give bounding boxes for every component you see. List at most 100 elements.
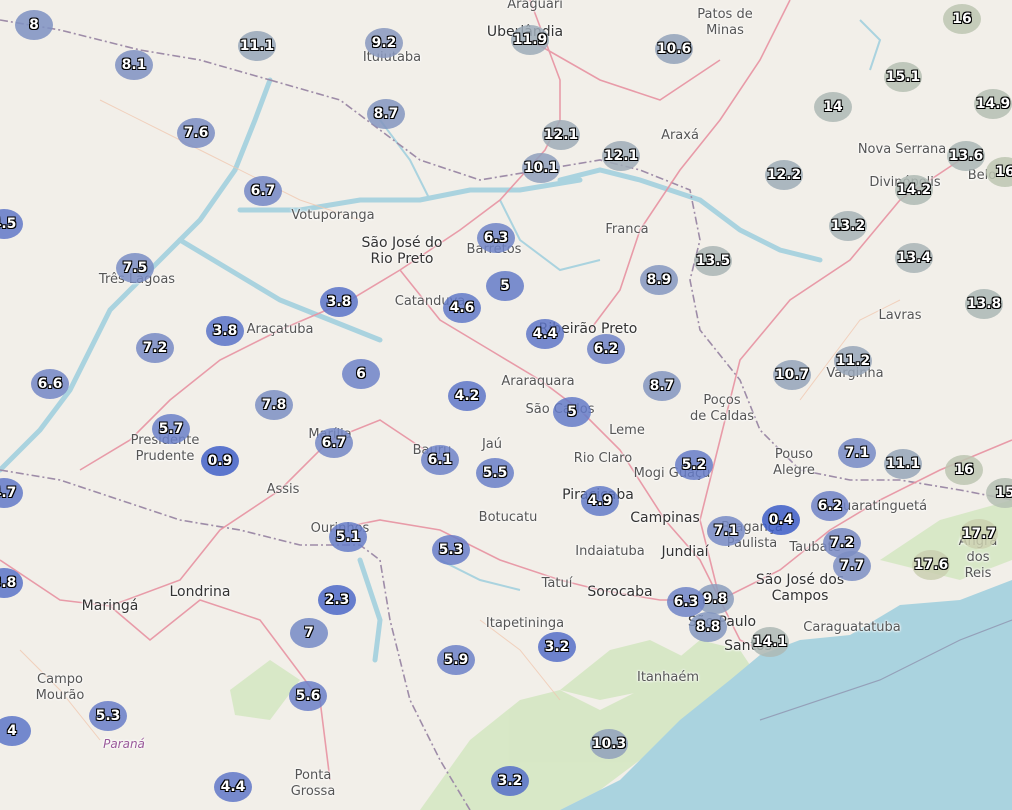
value-marker[interactable]: 8.7 <box>367 99 405 129</box>
value-marker[interactable]: 8.7 <box>643 371 681 401</box>
value-marker[interactable]: 6.2 <box>587 334 625 364</box>
value-marker[interactable]: 5.9 <box>437 645 475 675</box>
value-marker[interactable]: 13.6 <box>947 141 985 171</box>
value-marker[interactable]: 13.5 <box>694 246 732 276</box>
value-marker[interactable]: 6.1 <box>421 445 459 475</box>
place-label: Araraquara <box>501 374 575 389</box>
value-marker[interactable]: 8.1 <box>115 50 153 80</box>
value-marker[interactable]: 7.6 <box>177 118 215 148</box>
place-label: Tatuí <box>541 576 573 591</box>
value-marker[interactable]: 7 <box>290 618 328 648</box>
value-marker[interactable]: 16 <box>945 455 983 485</box>
value-marker[interactable]: 5.3 <box>89 701 127 731</box>
value-marker[interactable]: 6 <box>342 359 380 389</box>
value-marker[interactable]: 7.2 <box>136 333 174 363</box>
value-marker[interactable]: 5.7 <box>152 414 190 444</box>
place-label: Votuporanga <box>291 208 375 223</box>
value-marker[interactable]: 16 <box>943 4 981 34</box>
place-label: Jaú <box>481 437 503 452</box>
value-marker[interactable]: 11.1 <box>238 31 276 61</box>
value-marker[interactable]: 5.3 <box>432 535 470 565</box>
value-marker[interactable]: 14.1 <box>751 627 789 657</box>
value-marker[interactable]: 13.8 <box>965 289 1003 319</box>
value-marker[interactable]: 4.2 <box>448 381 486 411</box>
place-label: Nova Serrana <box>857 142 947 157</box>
value-marker[interactable]: 7.5 <box>116 253 154 283</box>
value-marker[interactable]: 4.4 <box>526 319 564 349</box>
place-label: Araxá <box>661 128 699 143</box>
value-marker[interactable]: 7.7 <box>833 551 871 581</box>
place-label: Poços de Caldas <box>689 393 755 424</box>
value-marker[interactable]: 5.2 <box>675 450 713 480</box>
value-marker[interactable]: 17.7 <box>960 519 998 549</box>
value-marker[interactable]: 4.9 <box>581 486 619 516</box>
value-marker[interactable]: 8.9 <box>640 265 678 295</box>
value-marker[interactable]: 3.8 <box>206 316 244 346</box>
value-marker[interactable]: 10.7 <box>773 360 811 390</box>
value-marker[interactable]: 14.2 <box>895 175 933 205</box>
value-marker[interactable]: 11.9 <box>511 25 549 55</box>
value-marker[interactable]: 3.2 <box>538 632 576 662</box>
place-label: Campo Mourão <box>35 672 85 703</box>
value-marker[interactable]: 8.8 <box>689 612 727 642</box>
value-marker[interactable]: 2.3 <box>318 585 356 615</box>
value-marker[interactable]: 6.7 <box>244 176 282 206</box>
value-marker[interactable]: 4.4 <box>214 772 252 802</box>
value-marker[interactable]: 11.1 <box>884 449 922 479</box>
value-marker[interactable]: 5 <box>486 271 524 301</box>
place-label: Assis <box>266 482 300 497</box>
place-label: Araguari <box>507 0 563 12</box>
value-marker[interactable]: 10.6 <box>655 34 693 64</box>
place-label: Paraná <box>103 737 145 751</box>
place-label: Araçatuba <box>246 322 314 337</box>
place-label: Londrina <box>169 584 231 600</box>
value-marker[interactable]: 5.1 <box>329 522 367 552</box>
place-label: Itanhaém <box>636 670 700 685</box>
value-marker[interactable]: 7.1 <box>838 438 876 468</box>
value-marker[interactable]: 12.2 <box>765 160 803 190</box>
place-label: Maringá <box>81 598 139 614</box>
place-label: Rio Claro <box>573 451 633 466</box>
place-label: Franca <box>605 222 649 237</box>
value-marker[interactable]: 3.2 <box>491 766 529 796</box>
value-marker[interactable]: 7.1 <box>707 516 745 546</box>
value-marker[interactable]: 6.6 <box>31 369 69 399</box>
place-label: Indaiatuba <box>575 544 645 559</box>
place-label: Campinas <box>630 510 700 526</box>
place-label: Itapetininga <box>485 616 565 631</box>
value-marker[interactable]: 5.6 <box>289 681 327 711</box>
basemap[interactable] <box>0 0 1012 810</box>
value-marker[interactable]: 12.1 <box>542 120 580 150</box>
value-marker[interactable]: 0.4 <box>762 505 800 535</box>
value-marker[interactable]: 10.1 <box>522 153 560 183</box>
value-marker[interactable]: 13.4 <box>895 243 933 273</box>
place-label: São José do Rio Preto <box>361 235 443 267</box>
value-marker[interactable]: 17.6 <box>912 550 950 580</box>
value-marker[interactable]: 5 <box>553 397 591 427</box>
value-marker[interactable]: 6.2 <box>811 491 849 521</box>
value-marker[interactable]: 9.2 <box>365 28 403 58</box>
place-label: Botucatu <box>478 510 538 525</box>
value-marker[interactable]: 14 <box>814 92 852 122</box>
place-label: São José dos Campos <box>755 572 845 604</box>
place-label: Sorocaba <box>587 584 653 600</box>
value-marker[interactable]: 15.1 <box>884 62 922 92</box>
place-label: Lavras <box>878 308 922 323</box>
value-marker[interactable]: 8 <box>15 10 53 40</box>
value-marker[interactable]: 6.7 <box>315 428 353 458</box>
place-label: Ponta Grossa <box>290 768 336 799</box>
value-marker[interactable]: 0.9 <box>201 446 239 476</box>
value-marker[interactable]: 7.8 <box>255 390 293 420</box>
value-marker[interactable]: 13.2 <box>829 211 867 241</box>
place-label: Pouso Alegre <box>773 447 815 478</box>
place-label: Caraguatatuba <box>803 620 901 635</box>
value-marker[interactable]: 4.6 <box>443 293 481 323</box>
place-label: Patos de Minas <box>697 7 753 38</box>
value-marker[interactable]: 12.1 <box>602 141 640 171</box>
value-marker[interactable]: 14.9 <box>974 89 1012 119</box>
value-marker[interactable]: 11.2 <box>834 346 872 376</box>
value-marker[interactable]: 6.3 <box>477 223 515 253</box>
value-marker[interactable]: 5.5 <box>476 458 514 488</box>
value-marker[interactable]: 10.3 <box>590 729 628 759</box>
value-marker[interactable]: 3.8 <box>320 287 358 317</box>
